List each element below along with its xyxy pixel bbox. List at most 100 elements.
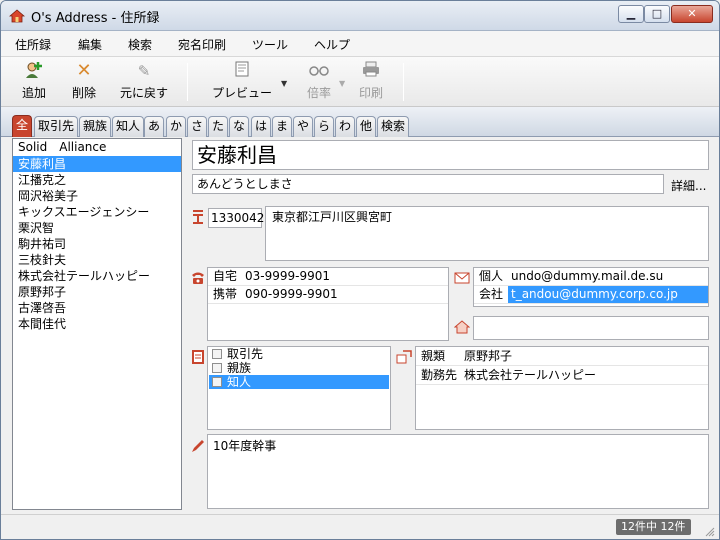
tab-a[interactable]: あ [144, 116, 165, 137]
list-item[interactable]: 駒井祐司 [13, 236, 181, 252]
list-item[interactable]: 本間佳代 [13, 316, 181, 332]
relation-row[interactable]: 勤務先 株式会社テールハッピー [416, 366, 708, 385]
menu-tools[interactable]: ツール [252, 36, 288, 53]
zip-field[interactable]: 1330042 [208, 208, 264, 228]
relation-value: 株式会社テールハッピー [464, 368, 597, 382]
phone-value: 03-9999-9901 [245, 269, 331, 283]
list-item[interactable]: 古澤啓吾 [13, 300, 181, 316]
relation-icon [396, 350, 412, 364]
print-button[interactable]: 印刷 [355, 61, 387, 103]
detail-link[interactable]: 詳細... [671, 177, 706, 194]
tab-ha[interactable]: は [251, 116, 272, 137]
category-item[interactable]: 取引先 [209, 347, 389, 361]
list-item[interactable]: 栗沢智 [13, 220, 181, 236]
phone-row[interactable]: 携帯 090-9999-9901 [208, 286, 448, 304]
tab-ra[interactable]: ら [314, 116, 335, 137]
zoom-dropdown-icon[interactable]: ▼ [339, 79, 345, 88]
tab-ta[interactable]: た [208, 116, 229, 137]
name-field[interactable]: 安藤利昌 [192, 140, 709, 170]
maximize-button[interactable]: □ [644, 5, 670, 23]
app-window: O's Address - 住所録 ▁ □ ✕ 住所録 編集 検索 宛名印刷 ツ… [0, 0, 720, 540]
list-item-selected[interactable]: 安藤利昌 [13, 156, 181, 172]
toolbar-separator [403, 63, 404, 101]
menu-edit[interactable]: 編集 [78, 36, 102, 53]
category-checkbox[interactable] [212, 363, 222, 373]
category-item-selected[interactable]: 知人 [209, 375, 389, 389]
tab-other[interactable]: 他 [356, 116, 377, 137]
menu-bar: 住所録 編集 検索 宛名印刷 ツール ヘルプ [1, 31, 719, 57]
list-item[interactable]: 原野邦子 [13, 284, 181, 300]
memo-field[interactable]: 10年度幹事 [207, 434, 709, 509]
email-row[interactable]: 個人 undo@dummy.mail.de.su [474, 268, 708, 286]
glasses-icon [303, 61, 335, 81]
detail-pane: 安藤利昌 あんどうとしまさ 詳細... 1330042 東京都江戸川区興宮町 自… [186, 138, 714, 512]
tab-wa[interactable]: わ [335, 116, 356, 137]
phone-list[interactable]: 自宅 03-9999-9901 携帯 090-9999-9901 [207, 267, 449, 341]
toolbar-separator [187, 63, 188, 101]
tab-na[interactable]: な [229, 116, 250, 137]
mail-icon [454, 272, 470, 284]
category-checkbox[interactable] [212, 377, 222, 387]
delete-x-icon: ✕ [76, 60, 92, 81]
postal-icon [193, 210, 203, 224]
category-checkbox[interactable] [212, 349, 222, 359]
category-label: 親族 [227, 361, 252, 375]
relation-row[interactable]: 親類 原野邦子 [416, 347, 708, 366]
tab-acquaintances[interactable]: 知人 [112, 116, 145, 137]
list-item[interactable]: 岡沢裕美子 [13, 188, 181, 204]
phone-label: 自宅 [213, 269, 238, 283]
relation-list[interactable]: 親類 原野邦子 勤務先 株式会社テールハッピー [415, 346, 709, 430]
minimize-button[interactable]: ▁ [618, 5, 644, 23]
menu-label-print[interactable]: 宛名印刷 [178, 36, 226, 53]
list-item[interactable]: 三枝針夫 [13, 252, 181, 268]
menu-help[interactable]: ヘルプ [314, 36, 350, 53]
add-person-icon [15, 61, 53, 81]
tab-ya[interactable]: や [293, 116, 314, 137]
list-item[interactable]: 株式会社テールハッピー [13, 268, 181, 284]
phone-value: 090-9999-9901 [245, 287, 338, 301]
phone-row[interactable]: 自宅 03-9999-9901 [208, 268, 448, 286]
list-item[interactable]: Solid Alliance [13, 139, 181, 156]
close-button[interactable]: ✕ [671, 5, 713, 23]
category-list[interactable]: 取引先 親族 知人 [207, 346, 391, 430]
email-value: t_andou@dummy.corp.co.jp [508, 286, 708, 303]
preview-button[interactable]: プレビュー [208, 61, 276, 103]
category-item[interactable]: 親族 [209, 361, 389, 375]
undo-label: 元に戻す [119, 86, 168, 100]
list-item[interactable]: キックスエージェンシー [13, 204, 181, 220]
relation-value: 原野邦子 [464, 349, 513, 363]
print-label: 印刷 [358, 86, 383, 100]
url-field[interactable] [473, 316, 709, 340]
email-list[interactable]: 個人 undo@dummy.mail.de.su 会社 t_andou@dumm… [473, 267, 709, 307]
relation-label: 勤務先 [421, 368, 458, 382]
add-button[interactable]: 追加 [15, 61, 53, 103]
tab-ma[interactable]: ま [272, 116, 293, 137]
add-label: 追加 [21, 86, 46, 100]
tab-search[interactable]: 検索 [377, 116, 410, 137]
zoom-button[interactable]: 倍率 [303, 61, 335, 103]
title-bar[interactable]: O's Address - 住所録 ▁ □ ✕ [1, 1, 719, 31]
delete-button[interactable]: ✕ 削除 [68, 61, 100, 103]
tab-ka[interactable]: か [166, 116, 187, 137]
menu-search[interactable]: 検索 [128, 36, 152, 53]
undo-button[interactable]: ✎ 元に戻す [117, 61, 171, 103]
phone-label: 携帯 [213, 287, 238, 301]
address-field[interactable]: 東京都江戸川区興宮町 [265, 206, 709, 261]
preview-page-icon [208, 61, 276, 81]
preview-label: プレビュー [211, 86, 272, 100]
tab-relatives[interactable]: 親族 [79, 116, 112, 137]
menu-address-book[interactable]: 住所録 [15, 36, 51, 53]
kana-field[interactable]: あんどうとしまさ [192, 174, 664, 194]
tab-all[interactable]: 全 [12, 115, 33, 137]
zoom-label: 倍率 [306, 86, 331, 100]
preview-dropdown-icon[interactable]: ▼ [281, 79, 287, 88]
category-label: 知人 [227, 375, 252, 389]
tab-clients[interactable]: 取引先 [34, 116, 79, 137]
email-row-selected[interactable]: 会社 t_andou@dummy.corp.co.jp [474, 286, 708, 304]
tab-sa[interactable]: さ [187, 116, 208, 137]
contact-list[interactable]: Solid Alliance 安藤利昌 江播克之 岡沢裕美子 キックスエージェン… [12, 138, 182, 510]
list-item[interactable]: 江播克之 [13, 172, 181, 188]
resize-grip-icon[interactable] [705, 527, 715, 537]
house-app-icon [9, 9, 25, 23]
record-count: 12件中 12件 [616, 519, 691, 535]
